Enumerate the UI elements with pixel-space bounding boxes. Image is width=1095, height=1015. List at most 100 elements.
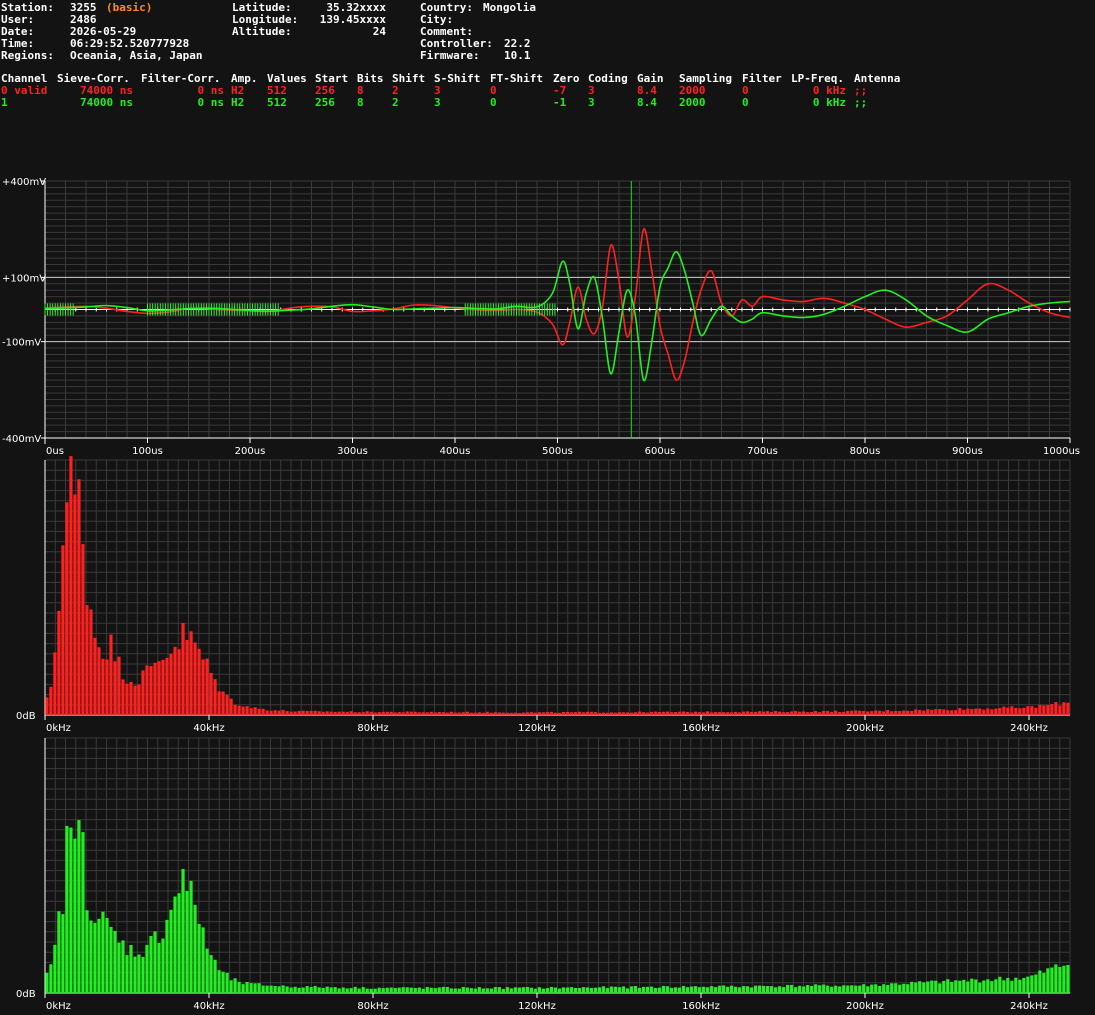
spectrum-y-tick-label: 0dB — [16, 711, 36, 722]
spectrum-1-bar — [814, 984, 818, 993]
spectrum-1-bar — [549, 986, 553, 993]
spectrum-0-bar — [621, 712, 626, 715]
spectrum-1-bar — [185, 891, 189, 993]
spectrum-0-bar — [1022, 707, 1026, 715]
spectrum-1-bar — [133, 956, 137, 993]
spectrum-1-bar — [457, 988, 461, 993]
spectrum-x-tick-label: 120kHz — [518, 723, 556, 734]
spectrum-1-bar — [337, 988, 341, 993]
spectrum-0-bar — [289, 711, 293, 715]
spectrum-0-bar — [782, 712, 786, 715]
spectrum-0-bar — [181, 623, 185, 715]
spectrum-1-bar — [778, 986, 782, 993]
spectrum-0-bar — [281, 710, 285, 715]
spectrum-1-bar — [497, 987, 501, 993]
spectrum-0-bar — [545, 712, 549, 715]
spectrum-1-bar — [613, 986, 618, 993]
spectrum-1-bar — [269, 985, 273, 993]
spectrum-1-bar — [153, 931, 157, 993]
spectrum-1-bar — [998, 976, 1002, 993]
waveform-x-tick-label: 600us — [645, 446, 676, 457]
spectrum-0-bar — [613, 712, 618, 715]
spectrum-1-bar — [157, 942, 161, 993]
spectrum-0-bar — [93, 637, 97, 715]
spectrum-1-bar — [77, 820, 81, 993]
spectrum-0-bar — [645, 712, 650, 715]
spectrum-0-bar — [445, 712, 449, 715]
spectrum-1-bar — [834, 985, 838, 993]
spectrum-0-bar — [197, 648, 201, 715]
spectrum-0-bar — [581, 712, 586, 715]
spectrum-0-bar — [593, 712, 598, 715]
spectrum-0-bar — [597, 712, 602, 715]
spectrum-0-bar — [729, 712, 734, 715]
spectrum-0-bar — [982, 709, 986, 715]
spectrum-1-bar — [954, 980, 958, 993]
spectrum-1-bar — [802, 986, 806, 993]
spectrum-1-bar — [858, 985, 862, 993]
spectrum-0-bar — [1018, 708, 1022, 715]
spectrum-1-bar — [97, 918, 101, 993]
spectrum-1-bar — [397, 987, 401, 993]
waveform-y-tick-label: +100mV — [2, 273, 46, 284]
spectrum-0-bar — [521, 712, 525, 715]
spectrum-0-bar — [890, 711, 894, 715]
spectrum-0-bar — [966, 708, 970, 715]
spectrum-1-bar — [57, 911, 61, 993]
spectrum-0-bar — [321, 711, 325, 715]
spectrum-1-bar — [181, 869, 185, 993]
spectrum-0-bar — [125, 683, 129, 715]
spectrum-0-bar — [653, 711, 658, 715]
spectrum-0-bar — [798, 711, 802, 715]
spectrum-0-bar — [926, 709, 930, 715]
spectrum-0-bar — [786, 712, 790, 715]
spectrum-0-bar — [157, 661, 161, 715]
spectrum-1-bar — [1066, 965, 1070, 993]
spectrum-0-bar — [717, 712, 722, 715]
spectrum-0-bar — [762, 711, 766, 715]
spectrum-1-bar — [585, 987, 590, 993]
spectrum-0-bar — [713, 712, 718, 715]
spectrum-1-bar — [721, 985, 726, 993]
spectrum-1-bar — [273, 986, 277, 993]
spectrum-0-bar — [105, 659, 109, 715]
spectrum-1-bar — [245, 982, 249, 993]
spectrum-x-tick-label: 40kHz — [193, 723, 224, 734]
spectrum-1-bar — [425, 987, 429, 993]
spectrum-0-bar — [453, 712, 457, 715]
spectrum-0-bar — [1046, 705, 1050, 715]
spectrum-1-bar — [237, 981, 241, 993]
spectrum-1-bar — [217, 970, 221, 993]
spectrum-0-bar — [1034, 707, 1038, 715]
spectrum-1-bar — [437, 987, 441, 993]
spectrum-1-bar — [313, 985, 317, 993]
spectrum-1-bar — [926, 981, 930, 993]
spectrum-0-bar — [641, 712, 646, 715]
spectrum-0-bar — [269, 710, 273, 715]
spectrum-0-bar — [77, 479, 81, 715]
spectrum-1-bar — [449, 988, 453, 993]
spectrum-1-bar — [453, 988, 457, 993]
spectrum-0-bar — [733, 711, 738, 715]
spectrum-0-bar — [665, 711, 670, 715]
spectrum-1-bar — [890, 983, 894, 993]
spectrum-0-bar — [822, 710, 826, 715]
spectrum-1-bar — [1038, 970, 1042, 993]
spectrum-0-bar — [69, 456, 73, 715]
spectrum-0-bar — [774, 710, 778, 715]
spectrum-0-bar — [261, 708, 265, 715]
spectrum-0-bar — [505, 712, 509, 715]
spectrum-1-bar — [277, 986, 281, 993]
spectrum-1-bar — [189, 880, 193, 993]
spectrum-0-bar — [129, 681, 133, 715]
spectrum-1-bar — [938, 983, 942, 993]
spectrum-0-bar — [85, 605, 89, 715]
spectrum-0-bar — [601, 712, 606, 715]
spectrum-0-bar — [589, 711, 594, 715]
spectrum-1-bar — [713, 987, 718, 993]
waveform-y-tick-label: +400mV — [2, 177, 46, 188]
spectrum-1-bar — [573, 987, 578, 993]
spectrum-1-bar — [729, 985, 734, 993]
spectrum-0-bar — [834, 710, 838, 715]
spectrum-1-bar — [1022, 977, 1026, 993]
